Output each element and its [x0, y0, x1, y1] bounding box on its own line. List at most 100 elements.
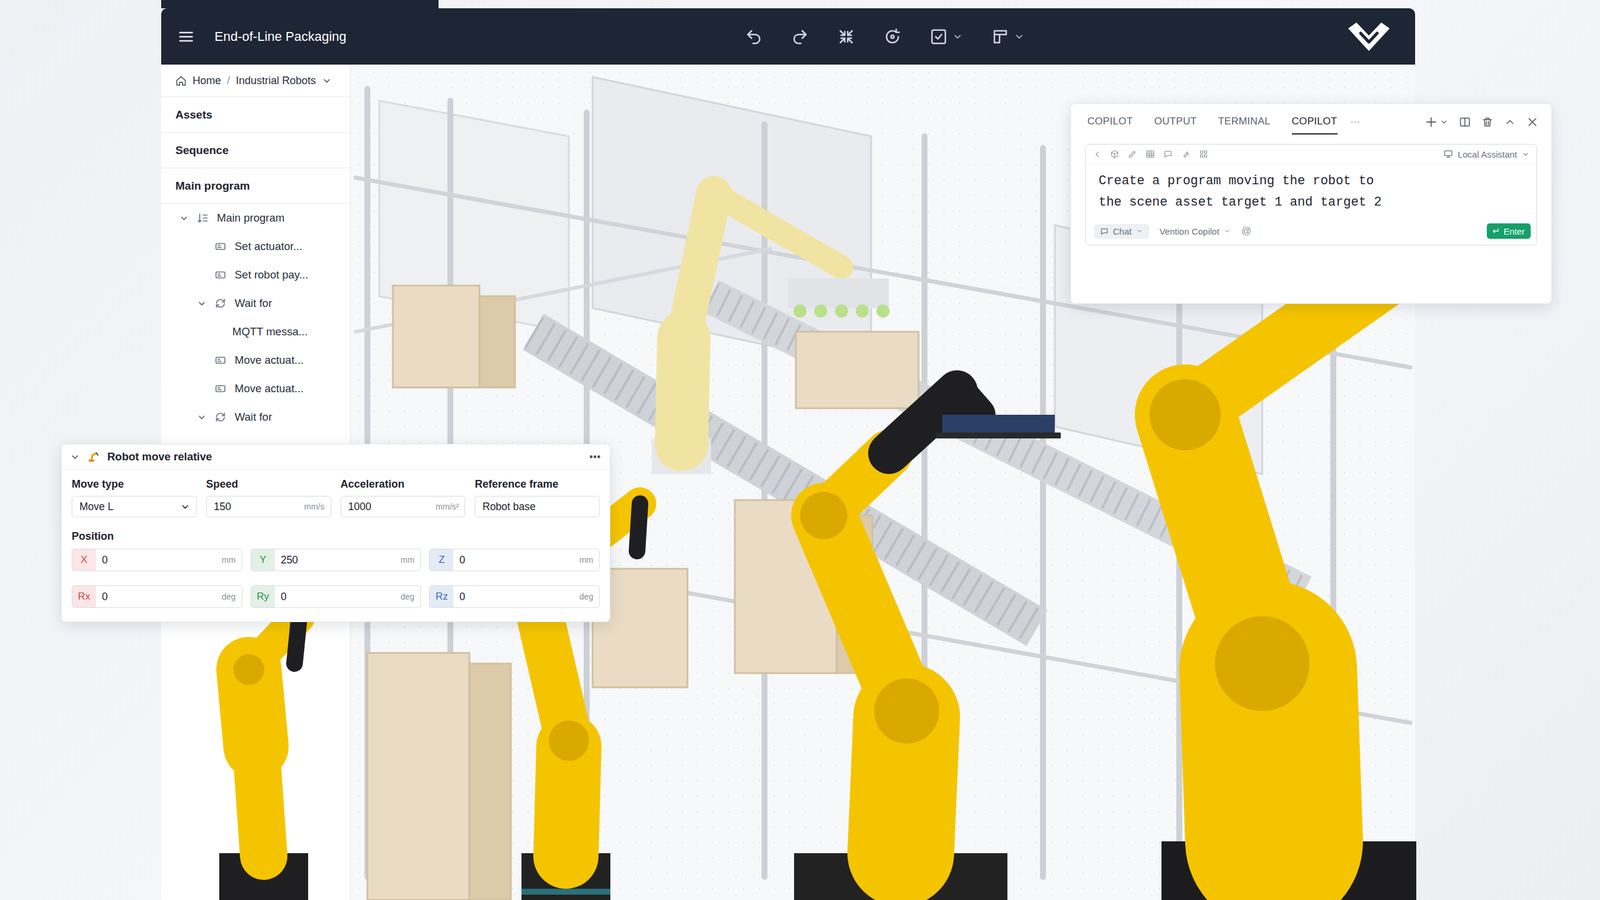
tree-item-label[interactable]: Set actuator...: [234, 240, 303, 254]
loop-icon: [214, 411, 227, 424]
menu-icon[interactable]: [177, 28, 195, 46]
assistant-dropdown[interactable]: Local Assistant: [1443, 149, 1530, 160]
sidebar-section[interactable]: Sequence: [161, 132, 351, 169]
agent-dropdown[interactable]: Vention Copilot: [1159, 226, 1231, 237]
axis-field[interactable]: Y250mm: [250, 548, 422, 572]
axis-value[interactable]: 0: [280, 590, 398, 604]
axis-field[interactable]: Ry0deg: [250, 585, 422, 608]
home-icon[interactable]: [175, 75, 187, 87]
rotate-icon[interactable]: [883, 27, 902, 46]
section-label[interactable]: Main program: [175, 179, 251, 193]
grid-icon[interactable]: [1198, 149, 1209, 159]
enter-label[interactable]: Enter: [1503, 226, 1525, 237]
vention-logo-icon[interactable]: [1346, 20, 1392, 54]
agent-label[interactable]: Vention Copilot: [1159, 226, 1220, 237]
table-icon[interactable]: [1145, 149, 1155, 159]
tree-item[interactable]: Move actuat...: [161, 346, 351, 375]
tree-item[interactable]: Set robot pay...: [161, 260, 351, 290]
field-value[interactable]: 150: [213, 500, 302, 514]
field-value[interactable]: 1000: [348, 500, 433, 514]
breadcrumb-item[interactable]: Home: [192, 74, 222, 88]
axis-value[interactable]: 0: [459, 554, 576, 567]
tree-item-label[interactable]: MQTT messa...: [232, 325, 308, 339]
field-input[interactable]: Robot base: [474, 496, 600, 518]
pencil-icon[interactable]: [1127, 149, 1138, 159]
caret-icon[interactable]: [1013, 31, 1025, 43]
axis-value[interactable]: 0: [101, 554, 219, 567]
field-input[interactable]: 1000mm/s²: [340, 496, 466, 518]
section-label[interactable]: Sequence: [175, 144, 229, 158]
field-input[interactable]: 150mm/s: [206, 496, 332, 518]
add-icon[interactable]: [1424, 115, 1438, 129]
axis-field[interactable]: Rx0deg: [71, 585, 243, 608]
copilot-panel: COPILOT OUTPUT TERMINAL COPILOT ··· Local Ass…: [1070, 103, 1552, 304]
axis-field[interactable]: Z0mm: [429, 548, 600, 572]
mode-dropdown[interactable]: Chat: [1093, 224, 1150, 239]
tree-item-label[interactable]: Set robot pay...: [234, 268, 309, 282]
panel-tab[interactable]: COPILOT: [1291, 109, 1338, 135]
mode-label[interactable]: Chat: [1112, 226, 1132, 237]
axis-field[interactable]: X0mm: [71, 548, 243, 572]
collapse-icon[interactable]: [837, 27, 856, 46]
tree-item-label[interactable]: Wait for: [234, 296, 272, 310]
caret-icon[interactable]: [952, 31, 963, 43]
undo-icon[interactable]: [744, 27, 763, 46]
dropdown-caret-icon[interactable]: [180, 501, 191, 512]
expand-chevron-icon[interactable]: [178, 213, 190, 224]
tree-item[interactable]: Move actuat...: [161, 374, 351, 403]
enter-button[interactable]: ↵Enter: [1486, 223, 1531, 239]
layout-dropdown[interactable]: [991, 27, 1025, 46]
tree-item-label[interactable]: Move actuat...: [234, 382, 304, 396]
more-tabs-button[interactable]: ···: [1350, 116, 1361, 128]
axis-value[interactable]: 0: [459, 590, 576, 604]
field-value[interactable]: Robot base: [482, 500, 594, 514]
tree-item[interactable]: Wait for: [161, 289, 351, 318]
checklist-dropdown[interactable]: [929, 27, 963, 46]
caret-icon[interactable]: [1223, 227, 1231, 235]
field-value[interactable]: Move L: [79, 500, 177, 514]
axis-value[interactable]: 250: [280, 554, 398, 567]
tree-item[interactable]: Set actuator...: [161, 232, 351, 261]
split-icon[interactable]: [1458, 116, 1471, 128]
collapse-chevron-icon[interactable]: [69, 452, 80, 463]
panel-tab[interactable]: TERMINAL: [1217, 109, 1270, 135]
tree-item-label[interactable]: Wait for: [234, 410, 272, 424]
mention-button[interactable]: @: [1241, 225, 1252, 238]
expand-chevron-icon[interactable]: [196, 412, 207, 423]
field-input[interactable]: Move L: [71, 496, 197, 518]
enter-glyph[interactable]: ↵: [1492, 225, 1501, 237]
axis-field[interactable]: Rz0deg: [429, 585, 600, 608]
expand-chevron-icon[interactable]: [196, 298, 207, 309]
wrench-icon[interactable]: [1181, 149, 1191, 159]
sidebar-section[interactable]: Assets: [161, 97, 351, 133]
caret-icon[interactable]: [1136, 227, 1144, 235]
axis-value[interactable]: 0: [101, 590, 219, 604]
panel-tab[interactable]: COPILOT: [1087, 109, 1134, 135]
layout-icon[interactable]: [991, 27, 1010, 46]
section-label[interactable]: Assets: [175, 108, 213, 122]
cube-icon[interactable]: [1109, 149, 1120, 159]
prompt-text[interactable]: Create a program moving the robot to the…: [1085, 164, 1537, 220]
chat-icon[interactable]: [1163, 149, 1173, 159]
tree-item-label[interactable]: Move actuat...: [234, 353, 304, 367]
checklist-icon[interactable]: [929, 27, 948, 46]
trash-icon[interactable]: [1481, 116, 1494, 128]
more-options-icon[interactable]: [588, 450, 602, 464]
back-icon[interactable]: [1092, 149, 1102, 159]
redo-icon[interactable]: [791, 27, 809, 46]
tree-item[interactable]: Main program: [161, 203, 351, 233]
caret-icon[interactable]: [1521, 150, 1530, 159]
assistant-name[interactable]: Local Assistant: [1457, 149, 1518, 160]
field-label: Acceleration: [340, 478, 466, 491]
tree-item[interactable]: MQTT messa...: [161, 317, 351, 347]
tree-item[interactable]: Wait for: [161, 402, 351, 432]
chevron-down-icon[interactable]: [321, 75, 332, 86]
tree-item-label[interactable]: Main program: [216, 211, 285, 225]
sidebar-section[interactable]: Main program: [161, 168, 351, 204]
prompt-box[interactable]: Local Assistant Create a program moving t…: [1085, 144, 1538, 246]
close-icon[interactable]: [1526, 116, 1539, 128]
chevron-up-icon[interactable]: [1504, 116, 1516, 128]
caret-icon[interactable]: [1440, 117, 1449, 127]
panel-tab[interactable]: OUTPUT: [1154, 109, 1198, 135]
breadcrumb-item[interactable]: Industrial Robots: [235, 74, 316, 88]
